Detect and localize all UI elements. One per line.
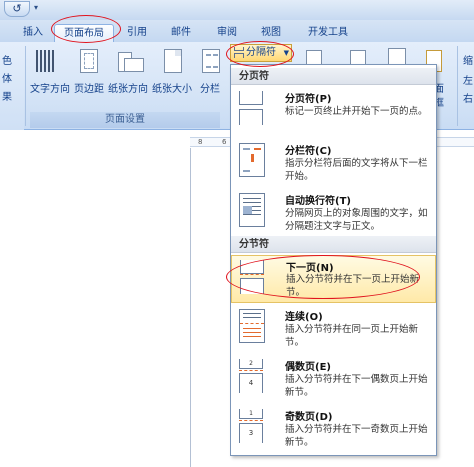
menu-item-next-page[interactable]: 下一页(N) 插入分节符并在下一页上开始新节。 [231,255,436,303]
menu-item-even-page[interactable]: 2 4 偶数页(E) 插入分节符并在下一偶数页上开始新节。 [231,355,436,405]
theme-fonts-label[interactable]: 体 [2,70,12,85]
columns-icon[interactable] [202,49,220,73]
page-setup-group-label: 页面设置 [30,112,220,128]
tab-references[interactable]: 引用 [120,24,154,42]
indent-right-label: 右 [463,94,473,105]
breaks-menu: 分页符 分页符(P) 标记一页终止并开始下一页的点。 分栏符(C) 指示分栏符后… [230,64,437,456]
menu-item-odd-page[interactable]: 1 3 奇数页(D) 插入分节符并在下一奇数页上开始新节。 [231,405,436,455]
theme-effects-label[interactable]: 果 [2,88,12,103]
undo-button[interactable]: ↺ [4,1,30,17]
menu-item-desc: 插入分节符并在同一页上开始新节。 [285,324,419,348]
tab-mailings[interactable]: 邮件 [164,24,198,42]
text-direction-button[interactable]: 文字方向 [30,80,70,95]
menu-section-page-breaks: 分页符 [231,68,436,85]
page-size-icon[interactable] [164,49,182,73]
columns-button[interactable]: 分栏 [200,80,220,95]
menu-section-section-breaks: 分节符 [231,236,436,253]
menu-item-desc: 分隔网页上的对象周围的文字，如分隔题注文字与正文。 [285,208,428,232]
ribbon-tabs: 插入 页面布局 引用 邮件 审阅 视图 开发工具 [0,20,474,42]
text-direction-icon[interactable] [36,50,56,75]
menu-item-title: 偶数页(E) [285,362,331,373]
theme-colors-label[interactable]: 色 [2,52,12,67]
next-page-break-icon [240,260,266,294]
tab-view[interactable]: 视图 [254,24,288,42]
menu-item-desc: 插入分节符并在下一奇数页上开始新节。 [285,424,428,448]
margins-button[interactable]: 页边距 [74,80,104,95]
menu-item-title: 连续(O) [285,312,323,323]
menu-item-page-break[interactable]: 分页符(P) 标记一页终止并开始下一页的点。 [231,87,436,139]
menu-item-title: 自动换行符(T) [285,196,351,207]
ruler-tick-label: 8 [198,138,203,146]
tab-insert[interactable]: 插入 [16,24,50,42]
tab-page-layout[interactable]: 页面布局 [54,24,114,42]
menu-item-desc: 指示分栏符后面的文字将从下一栏开始。 [285,158,428,182]
menu-item-desc: 插入分节符并在下一偶数页上开始新节。 [285,374,428,398]
margins-icon[interactable] [80,49,98,73]
menu-item-desc: 标记一页终止并开始下一页的点。 [285,106,428,117]
theme-group-fragment: 色 体 果 [0,42,24,130]
orientation-landscape-icon [124,58,144,72]
menu-item-continuous[interactable]: 连续(O) 插入分节符并在同一页上开始新节。 [231,305,436,355]
chevron-down-icon: ▼ [283,49,289,57]
menu-item-text-wrapping[interactable]: 自动换行符(T) 分隔网页上的对象周围的文字，如分隔题注文字与正文。 [231,189,436,241]
ruler-tick-label: 6 [222,138,227,146]
orientation-button[interactable]: 纸张方向 [108,80,148,95]
odd-page-break-icon: 1 3 [239,409,265,443]
menu-item-column-break[interactable]: 分栏符(C) 指示分栏符后面的文字将从下一栏开始。 [231,139,436,189]
even-page-break-icon: 2 4 [239,359,265,393]
breaks-icon [234,47,245,59]
tab-review[interactable]: 审阅 [210,24,244,42]
menu-item-desc: 插入分节符并在下一页上开始新节。 [286,274,420,298]
menu-item-title: 分页符(P) [285,94,332,105]
indent-label: 缩 [463,56,473,67]
group-separator-right [457,46,458,126]
menu-item-title: 分栏符(C) [285,146,332,157]
text-wrapping-break-icon [239,193,265,227]
group-separator [25,46,26,126]
page-break-icon [239,91,265,125]
continuous-break-icon [239,309,265,343]
breaks-label: 分隔符 [246,47,276,58]
quick-access-toolbar: ↺ ▾ [0,0,474,20]
column-break-icon [239,143,265,177]
breaks-dropdown-button[interactable]: 分隔符 ▼ [230,44,292,62]
customize-quick-access-icon[interactable]: ▾ [34,3,44,15]
page-size-button[interactable]: 纸张大小 [152,80,192,95]
menu-item-title: 奇数页(D) [285,412,333,423]
menu-item-title: 下一页(N) [286,263,334,274]
indent-left-label: 左 [463,76,473,87]
tab-developer[interactable]: 开发工具 [298,24,358,42]
